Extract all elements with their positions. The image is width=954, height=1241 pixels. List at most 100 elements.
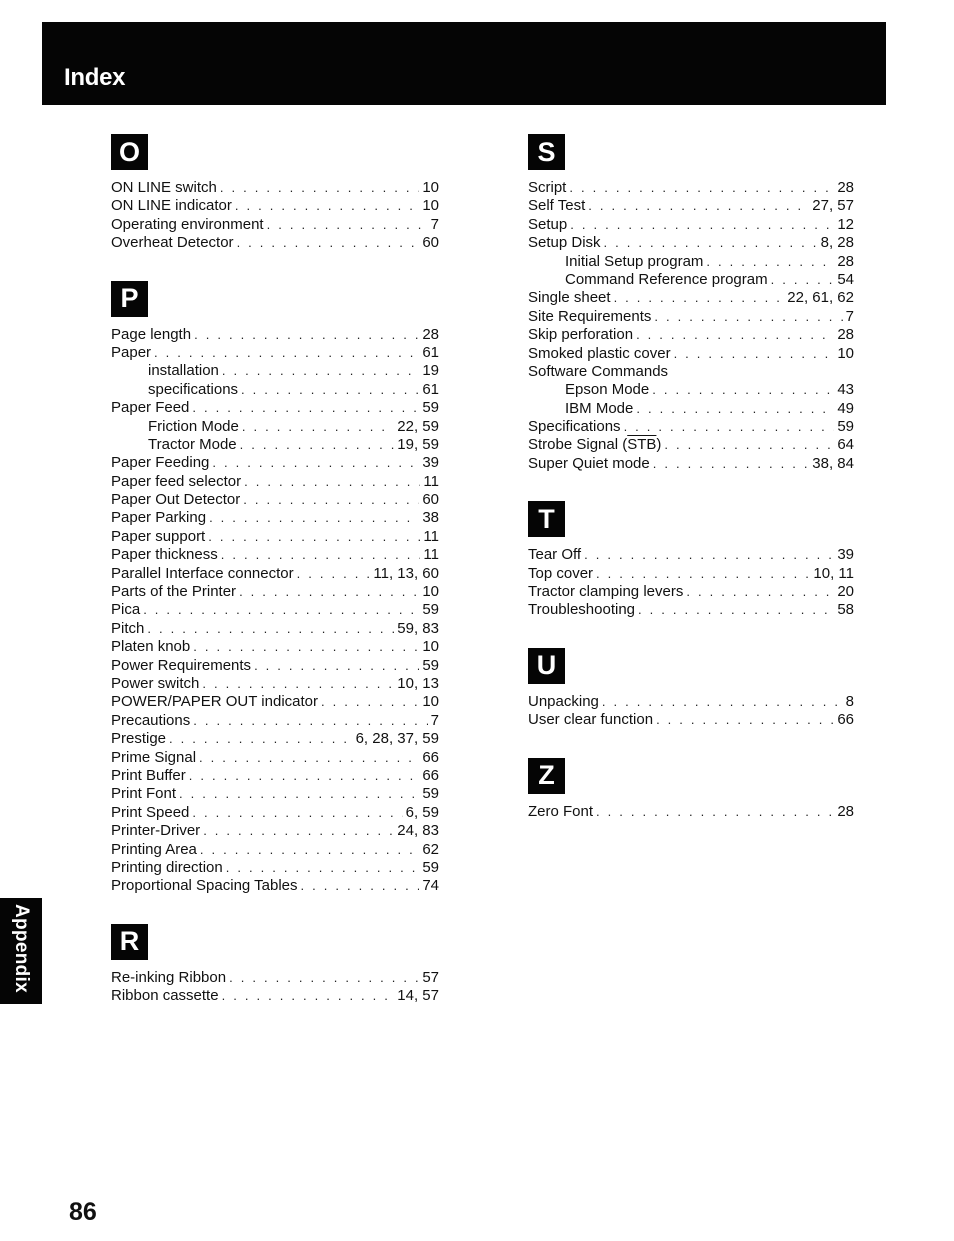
entry-page-numbers: 38	[422, 509, 439, 527]
entry-page-numbers: 6, 28, 37, 59	[355, 730, 439, 748]
dot-leader	[706, 253, 834, 271]
dot-leader	[624, 418, 835, 436]
page-number: 86	[69, 1198, 97, 1226]
entry-page-numbers: 59	[422, 785, 439, 803]
entry-term: Specifications	[528, 418, 621, 436]
dot-leader	[240, 436, 395, 454]
index-entry: Unpacking 8	[528, 693, 854, 711]
entry-page-numbers: 10	[422, 197, 439, 215]
index-subentry: Initial Setup program 28	[528, 253, 854, 271]
dot-leader	[321, 693, 419, 711]
entry-term: Prestige	[111, 730, 167, 748]
dot-leader	[652, 381, 834, 399]
entry-term: Top cover	[528, 564, 594, 582]
entry-term: Paper	[111, 343, 152, 361]
entry-term: Friction Mode	[148, 417, 239, 435]
dot-leader	[638, 601, 834, 619]
index-entry: Printer-Driver 24, 83	[111, 822, 439, 840]
entry-term: Overheat Detector	[111, 234, 234, 252]
index-entry: Operating environment 7	[111, 216, 439, 234]
dot-leader	[602, 693, 843, 711]
index-entry: Re-inking Ribbon 57	[111, 969, 439, 987]
index-entry: Prime Signal 66	[111, 749, 439, 767]
index-entry: Script 28	[528, 179, 854, 197]
index-entry: Power Requirements 59	[111, 657, 439, 675]
dot-leader	[220, 179, 419, 197]
dot-leader	[588, 197, 809, 215]
dot-leader	[771, 271, 835, 289]
entry-page-numbers: 61	[422, 343, 439, 361]
entry-term: Paper feed selector	[111, 472, 242, 490]
entry-page-numbers: 59	[837, 418, 854, 436]
index-entry: ON LINE switch 10	[111, 179, 439, 197]
entry-page-numbers: 19	[422, 362, 439, 380]
index-entry: POWER/PAPER OUT indicator 10	[111, 693, 439, 711]
entry-page-numbers: 19, 59	[397, 435, 439, 453]
entry-page-numbers: 28	[837, 179, 854, 196]
dot-leader	[189, 767, 420, 785]
section-letter-badge: U	[528, 647, 565, 684]
index-entry: Overheat Detector 60	[111, 234, 439, 252]
dot-leader	[242, 418, 394, 436]
entry-page-numbers: 24, 83	[397, 822, 439, 840]
entry-page-numbers: 66	[422, 748, 439, 766]
index-entry: Site Requirements 7	[528, 308, 854, 326]
index-entry: Super Quiet mode 38, 84	[528, 455, 854, 473]
index-entry: Paper Feeding 39	[111, 454, 439, 472]
index-entry: Print Speed 6, 59	[111, 804, 439, 822]
dot-leader	[254, 657, 419, 675]
entry-page-numbers: 39	[837, 546, 854, 564]
index-entry: Paper Feed 59	[111, 399, 439, 417]
entry-page-numbers: 59	[422, 399, 439, 417]
entry-term: IBM Mode	[565, 399, 634, 417]
dot-leader	[243, 491, 419, 509]
entry-page-numbers: 10, 11	[813, 564, 854, 582]
entry-term: Command Reference program	[565, 270, 768, 288]
section-letter-badge: Z	[528, 757, 565, 794]
entry-page-numbers: 54	[837, 270, 854, 288]
index-entry: Zero Font 28	[528, 803, 854, 821]
dot-leader	[237, 234, 420, 252]
dot-leader	[179, 785, 419, 803]
index-entry: Specifications 59	[528, 418, 854, 436]
entry-term: Power Requirements	[111, 656, 252, 674]
entry-term: Re-inking Ribbon	[111, 968, 227, 986]
section-letter-badge: R	[111, 923, 148, 960]
index-entry: Paper feed selector 11	[111, 473, 439, 491]
entry-term: Print Buffer	[111, 766, 186, 784]
index-entry: Proportional Spacing Tables 74	[111, 877, 439, 895]
entry-term: Platen knob	[111, 638, 191, 656]
index-section-o: OON LINE switch10ON LINE indicator10Oper…	[111, 134, 439, 253]
entry-term: Paper support	[111, 527, 206, 545]
entry-page-numbers: 74	[422, 877, 439, 895]
index-entry: Tractor clamping levers 20	[528, 583, 854, 601]
dot-leader	[656, 711, 834, 729]
entry-term: Proportional Spacing Tables	[111, 877, 298, 895]
dot-leader	[235, 197, 419, 215]
index-entry: Pica 59	[111, 601, 439, 619]
dot-leader	[203, 822, 394, 840]
entry-page-numbers: 59	[422, 601, 439, 619]
entry-page-numbers: 11	[423, 546, 439, 564]
index-section-r: R Re-inking Ribbon 57 Ribbon cassette 14, 57	[111, 923, 439, 1006]
dot-leader	[636, 326, 834, 344]
entry-page-numbers: 7	[430, 215, 439, 233]
index-entry: Troubleshooting 58	[528, 601, 854, 619]
entry-page-numbers: 28	[837, 326, 854, 344]
entry-term: ON LINE indicator	[111, 197, 232, 215]
entry-page-numbers: 10	[422, 179, 439, 196]
dot-leader	[208, 528, 420, 546]
index-subentry: specifications 61	[111, 381, 439, 399]
entry-term: Tractor Mode	[148, 435, 237, 453]
index-entry: ON LINE indicator 10	[111, 197, 439, 215]
entry-term: User clear function	[528, 711, 654, 729]
index-entry: User clear function 66	[528, 711, 854, 729]
entry-term: Precautions	[111, 711, 191, 729]
entry-page-numbers: 38, 84	[812, 454, 854, 472]
entry-page-numbers: 28	[837, 252, 854, 270]
index-entry: Power switch 10, 13	[111, 675, 439, 693]
entry-page-numbers: 10	[422, 693, 439, 711]
dot-leader	[267, 216, 428, 234]
entry-term: Pitch	[111, 619, 145, 637]
dot-leader	[241, 381, 419, 399]
